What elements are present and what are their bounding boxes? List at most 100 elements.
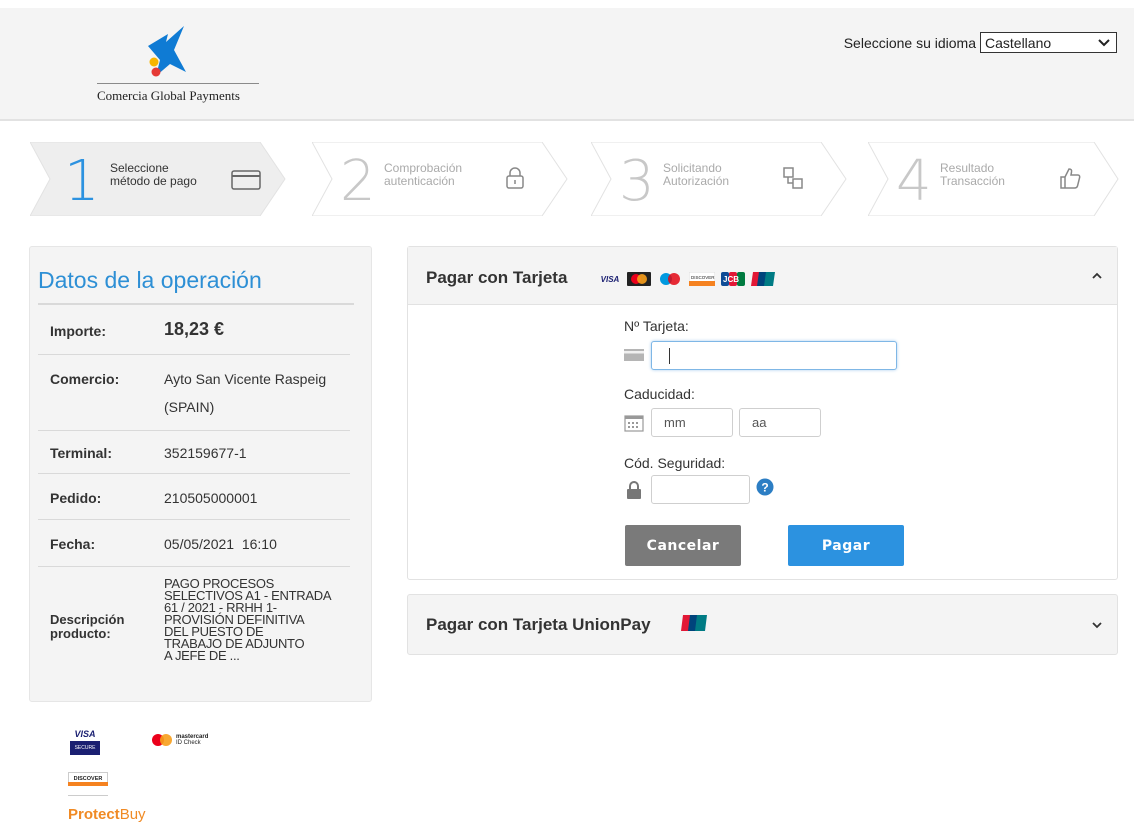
chevron-down-icon[interactable]: [1091, 620, 1103, 630]
visa-logo: VISA: [600, 274, 620, 284]
card-payment-panel: Pagar con Tarjeta VISA DISCOVER JCB Nº T…: [407, 246, 1118, 580]
descripcion-label-2: producto:: [50, 626, 111, 641]
language-selected: Castellano: [985, 34, 1052, 51]
mastercard-logo: [627, 272, 651, 286]
credit-card-icon: [231, 170, 261, 190]
protectbuy-text-1: Protect: [68, 806, 120, 823]
padlock-icon: [627, 481, 641, 499]
cvv-input[interactable]: [651, 475, 750, 504]
card-payment-header[interactable]: Pagar con Tarjeta VISA DISCOVER JCB: [408, 247, 1117, 305]
discover-stripe: [68, 782, 108, 786]
card-number-input[interactable]: [651, 341, 897, 370]
visa-secure-logo: VISA SECURE: [68, 729, 102, 761]
step-1-line2: método de pago: [110, 174, 197, 188]
expiry-year-placeholder: aa: [752, 415, 767, 430]
language-selector: Seleccione su idioma Castellano: [844, 32, 1117, 53]
pedido-value: 210505000001: [164, 490, 258, 506]
pedido-row: Pedido: 210505000001: [38, 474, 350, 520]
expiry-month-placeholder: mm: [664, 415, 686, 430]
comercio-row: Comercio: Ayto San Vicente Raspeig (SPAI…: [38, 355, 350, 431]
transfer-icon: [783, 167, 803, 189]
step-2-line2: autenticación: [384, 174, 455, 188]
caixa-star-logo: [148, 26, 186, 77]
comercio-value-2: (SPAIN): [164, 399, 215, 415]
fecha-value: 05/05/2021 16:10: [164, 536, 277, 552]
expiry-label: Caducidad:: [624, 386, 695, 402]
importe-value: 18,23 €: [164, 319, 225, 339]
chevron-down-icon: [1098, 38, 1110, 46]
step-1: 1 Seleccione método de pago: [30, 142, 290, 216]
svg-text:JCB: JCB: [723, 275, 739, 284]
card-number-label: Nº Tarjeta:: [624, 318, 689, 334]
step-4-number: 4: [896, 149, 932, 214]
svg-text:DISCOVER: DISCOVER: [691, 275, 715, 280]
logo-text: Comercia Global Payments: [97, 88, 240, 103]
card-brands: VISA DISCOVER JCB: [599, 272, 775, 286]
fecha-row: Fecha: 05/05/2021 16:10: [38, 520, 350, 567]
descripcion-value: PAGO PROCESOS SELECTIVOS A1 - Entrada 61…: [164, 577, 344, 663]
cancel-button[interactable]: Cancelar: [625, 525, 741, 566]
lock-icon: [506, 167, 524, 189]
step-3-number: 3: [619, 149, 655, 214]
step-1-text: Seleccione método de pago: [110, 162, 197, 188]
importe-label: Importe:: [50, 323, 106, 339]
descripcion-label: Descripción producto:: [50, 613, 140, 641]
operation-title: Datos de la operación: [38, 267, 262, 293]
unionpay-logo: [681, 615, 707, 631]
visa-secure-subtext: SECURE: [70, 741, 100, 755]
step-3-line2: Autorización: [663, 174, 730, 188]
discover-logo-footer: DISCOVER: [68, 772, 108, 796]
visa-secure-text: VISA: [74, 729, 96, 739]
help-icon[interactable]: ?: [756, 478, 774, 496]
language-label: Seleccione su idioma: [843, 34, 976, 51]
cvv-label: Cód. Seguridad:: [624, 455, 726, 471]
discover-logo: DISCOVER: [689, 272, 715, 286]
pedido-label: Pedido:: [50, 490, 102, 506]
header: Comercia Global Payments Seleccione su i…: [0, 8, 1134, 121]
operation-panel: Datos de la operación Importe: 18,23 € C…: [29, 246, 372, 702]
logo-divider: [97, 83, 259, 84]
terminal-label: Terminal:: [50, 445, 112, 461]
fecha-label: Fecha:: [50, 536, 96, 552]
expiry-year-input[interactable]: aa: [739, 408, 821, 437]
text-caret: [669, 347, 670, 364]
descripcion-line: A JEFE DE ...: [164, 648, 240, 663]
operation-title-underline: [38, 303, 354, 305]
step-2-number: 2: [340, 149, 376, 214]
mastercard-idcheck-text: mastercard ID Check: [176, 734, 208, 746]
unionpay-logo: [751, 272, 775, 286]
chevron-up-icon[interactable]: [1091, 271, 1103, 281]
step-4-line2: Transacción: [940, 174, 1005, 188]
jcb-logo: JCB: [721, 272, 745, 286]
thumbs-up-icon: [1060, 168, 1081, 189]
expiry-month-input[interactable]: mm: [651, 408, 733, 437]
unionpay-payment-panel[interactable]: Pagar con Tarjeta UnionPay: [407, 594, 1118, 655]
importe-row: Importe: 18,23 €: [38, 307, 350, 355]
language-select[interactable]: Castellano: [980, 32, 1117, 53]
step-3-text: Solicitando Autorización: [663, 162, 729, 188]
pay-button[interactable]: Pagar: [788, 525, 904, 566]
step-2-text: Comprobación autenticación: [384, 162, 462, 188]
step-4: 4 Resultado Transacción: [868, 142, 1128, 216]
terminal-value: 352159677-1: [164, 445, 247, 461]
calendar-icon: [624, 415, 644, 432]
unionpay-title: Pagar con Tarjeta UnionPay: [426, 615, 651, 634]
step-2: 2 Comprobación autenticación: [312, 142, 572, 216]
protectbuy-logo: ProtectBuy: [68, 806, 146, 823]
step-1-number: 1: [64, 149, 100, 214]
mastercard-circles: [152, 734, 172, 746]
step-4-text: Resultado Transacción: [940, 162, 1005, 188]
descripcion-label-1: Descripción: [50, 612, 125, 627]
maestro-logo: [660, 273, 680, 285]
comercio-label: Comercio:: [50, 371, 120, 387]
comercio-value-1: Ayto San Vicente Raspeig: [164, 371, 327, 387]
mastercard-idcheck-logo: mastercard ID Check: [151, 733, 208, 747]
card-payment-title: Pagar con Tarjeta: [426, 268, 568, 287]
protectbuy-text-2: Buy: [119, 806, 146, 823]
payment-steps: 1 Seleccione método de pago 2 Comprobaci…: [30, 142, 1120, 216]
svg-text:?: ?: [761, 481, 768, 495]
card-icon: [624, 349, 644, 361]
idcheck-text: ID Check: [176, 740, 201, 746]
terminal-row: Terminal: 352159677-1: [38, 431, 350, 474]
step-3: 3 Solicitando Autorización: [591, 142, 851, 216]
